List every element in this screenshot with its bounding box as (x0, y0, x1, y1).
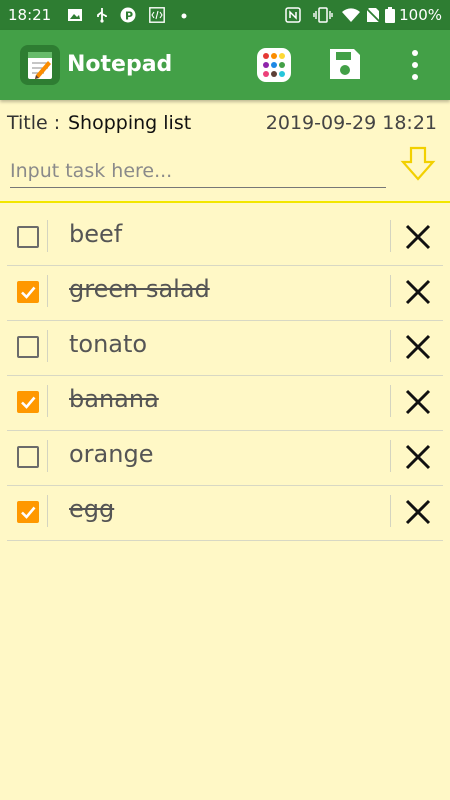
row-separator (390, 220, 391, 252)
check-icon (21, 506, 36, 519)
vibrate-icon (313, 7, 333, 23)
app-bar: Notepad (0, 30, 450, 100)
save-icon (330, 49, 360, 79)
palette-button[interactable] (256, 47, 292, 83)
row-separator (47, 275, 48, 307)
battery-icon (385, 7, 395, 23)
task-checkbox[interactable] (17, 446, 39, 468)
note-title[interactable]: Shopping list (68, 112, 191, 134)
task-checkbox[interactable] (17, 336, 39, 358)
overflow-menu-button[interactable] (402, 48, 428, 82)
image-icon (68, 9, 82, 21)
svg-text:P: P (125, 10, 133, 23)
arrow-down-icon (400, 146, 436, 181)
task-label[interactable]: tonato (69, 330, 147, 358)
save-button[interactable] (328, 47, 362, 81)
app-logo-icon (20, 45, 60, 85)
usb-icon (97, 8, 107, 23)
close-icon (405, 279, 431, 305)
task-checkbox[interactable] (17, 226, 39, 248)
task-checkbox[interactable] (17, 501, 39, 523)
delete-task-button[interactable] (403, 387, 433, 417)
note-timestamp: 2019-09-29 18:21 (265, 112, 437, 134)
status-time: 18:21 (8, 6, 52, 24)
row-separator (390, 330, 391, 362)
task-label[interactable]: beef (69, 220, 122, 248)
palette-icon (257, 48, 291, 82)
add-task-button[interactable] (400, 145, 436, 183)
close-icon (405, 224, 431, 250)
delete-task-button[interactable] (403, 442, 433, 472)
parking-icon: P (120, 7, 136, 23)
row-separator (47, 495, 48, 527)
task-checkbox[interactable] (17, 391, 39, 413)
battery-percent: 100% (399, 6, 442, 24)
close-icon (405, 334, 431, 360)
row-separator (390, 385, 391, 417)
task-label[interactable]: egg (69, 495, 114, 523)
close-icon (405, 389, 431, 415)
check-icon (21, 396, 36, 409)
check-icon (21, 286, 36, 299)
task-label[interactable]: orange (69, 440, 153, 468)
code-icon (149, 7, 165, 23)
row-separator (47, 385, 48, 417)
task-row: orange (7, 430, 443, 486)
app-title: Notepad (67, 52, 173, 77)
close-icon (405, 499, 431, 525)
wifi-icon (342, 8, 360, 22)
row-separator (390, 440, 391, 472)
row-separator (47, 220, 48, 252)
more-vert-icon (412, 50, 418, 80)
task-row: beef (7, 210, 443, 266)
task-row: egg (7, 485, 443, 541)
delete-task-button[interactable] (403, 497, 433, 527)
task-row: green salad (7, 265, 443, 321)
task-checkbox[interactable] (17, 281, 39, 303)
input-divider (0, 201, 450, 203)
status-bar: 18:21 P 100% (0, 0, 450, 30)
close-icon (405, 444, 431, 470)
row-separator (390, 495, 391, 527)
task-row: banana (7, 375, 443, 431)
delete-task-button[interactable] (403, 332, 433, 362)
row-separator (47, 330, 48, 362)
task-row: tonato (7, 320, 443, 376)
row-separator (390, 275, 391, 307)
delete-task-button[interactable] (403, 277, 433, 307)
title-label: Title : (7, 112, 61, 134)
delete-task-button[interactable] (403, 222, 433, 252)
task-input[interactable] (10, 155, 386, 188)
nfc-icon (285, 7, 301, 23)
row-separator (47, 440, 48, 472)
task-label[interactable]: banana (69, 385, 159, 413)
task-label[interactable]: green salad (69, 275, 210, 303)
dot-icon (181, 13, 187, 19)
no-sim-icon (366, 7, 380, 23)
